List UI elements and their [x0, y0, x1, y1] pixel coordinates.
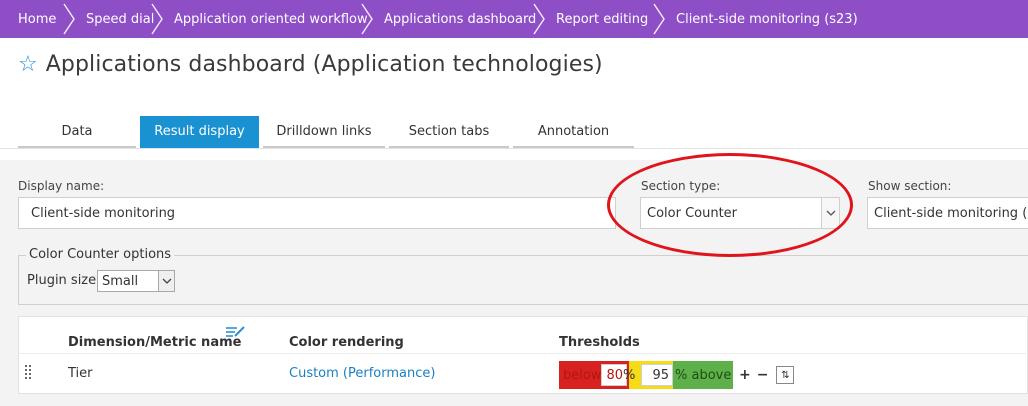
threshold-green-segment: % above — [673, 361, 733, 389]
show-section-label: Show section: — [868, 179, 952, 193]
high-threshold-input[interactable]: 95 — [641, 364, 673, 386]
high-unit-label: % above — [675, 367, 732, 383]
section-type-label: Section type: — [641, 179, 721, 193]
chevron-right-icon — [653, 0, 666, 38]
display-name-label: Display name: — [18, 179, 105, 193]
breadcrumb-report-editing[interactable]: Report editing — [546, 0, 656, 38]
header-divider — [19, 353, 1028, 354]
tab-annotation[interactable]: Annotation — [513, 116, 634, 148]
plugin-size-value: Small — [102, 273, 139, 289]
row-dimension-name: Tier — [68, 366, 93, 381]
edit-list-icon[interactable] — [225, 325, 245, 343]
tab-result-display[interactable]: Result display — [140, 116, 259, 148]
header-thresholds: Thresholds — [559, 335, 640, 350]
chevron-right-icon — [63, 0, 76, 38]
show-section-select[interactable]: Client-side monitoring (s — [867, 197, 1028, 229]
plugin-size-label: Plugin size — [27, 273, 97, 288]
below-label: below — [563, 367, 602, 383]
color-rendering-link[interactable]: Custom (Performance) — [289, 366, 435, 381]
threshold-editor: below 80 % 95 % above + − ⇅ — [559, 361, 795, 389]
breadcrumb-home[interactable]: Home — [0, 0, 66, 38]
tabs-divider — [0, 148, 1028, 149]
breadcrumb-current[interactable]: Client-side monitoring (s23) — [666, 0, 866, 38]
header-dimension-name: Dimension/Metric name — [68, 335, 242, 350]
tab-section-tabs[interactable]: Section tabs — [389, 116, 509, 148]
metrics-table: Dimension/Metric name Color rendering Th… — [18, 316, 1028, 394]
chevron-down-icon — [158, 271, 174, 291]
breadcrumb-label: Application oriented workflow — [174, 11, 368, 27]
low-unit-label: % — [623, 367, 636, 383]
section-type-value: Color Counter — [647, 205, 738, 221]
breadcrumb-label: Home — [18, 11, 57, 27]
breadcrumb-label: Speed dial — [86, 11, 155, 27]
page-title: Applications dashboard (Application tech… — [45, 52, 603, 77]
threshold-yellow-segment: % 95 — [623, 361, 673, 389]
star-icon[interactable]: ☆ — [18, 53, 38, 76]
breadcrumb-label: Applications dashboard — [384, 11, 537, 27]
chevron-right-icon — [533, 0, 546, 38]
add-threshold-button[interactable]: + — [739, 367, 751, 383]
chevron-down-icon — [821, 198, 839, 228]
breadcrumb-label: Client-side monitoring (s23) — [676, 11, 858, 27]
display-name-input[interactable]: Client-side monitoring — [18, 197, 616, 229]
tab-data[interactable]: Data — [18, 116, 136, 148]
drag-handle-icon[interactable] — [25, 365, 33, 383]
threshold-red-segment: below 80 — [559, 361, 629, 389]
sort-icon[interactable]: ⇅ — [776, 366, 795, 384]
chevron-right-icon — [151, 0, 164, 38]
breadcrumb-speed-dial[interactable]: Speed dial — [76, 0, 154, 38]
breadcrumb-applications-dashboard[interactable]: Applications dashboard — [374, 0, 536, 38]
tab-bar: Data Result display Drilldown links Sect… — [18, 116, 638, 148]
chevron-right-icon — [361, 0, 374, 38]
breadcrumb-workflow[interactable]: Application oriented workflow — [164, 0, 368, 38]
breadcrumb-label: Report editing — [556, 11, 649, 27]
plugin-size-select[interactable]: Small — [97, 270, 175, 292]
remove-threshold-button[interactable]: − — [757, 367, 769, 383]
breadcrumb: Home Speed dial Application oriented wor… — [0, 0, 1028, 38]
header-color-rendering: Color rendering — [289, 335, 404, 350]
section-type-select[interactable]: Color Counter — [640, 197, 840, 229]
options-legend: Color Counter options — [26, 247, 175, 262]
title-row: ☆ Applications dashboard (Application te… — [18, 52, 603, 77]
tab-drilldown-links[interactable]: Drilldown links — [263, 116, 385, 148]
